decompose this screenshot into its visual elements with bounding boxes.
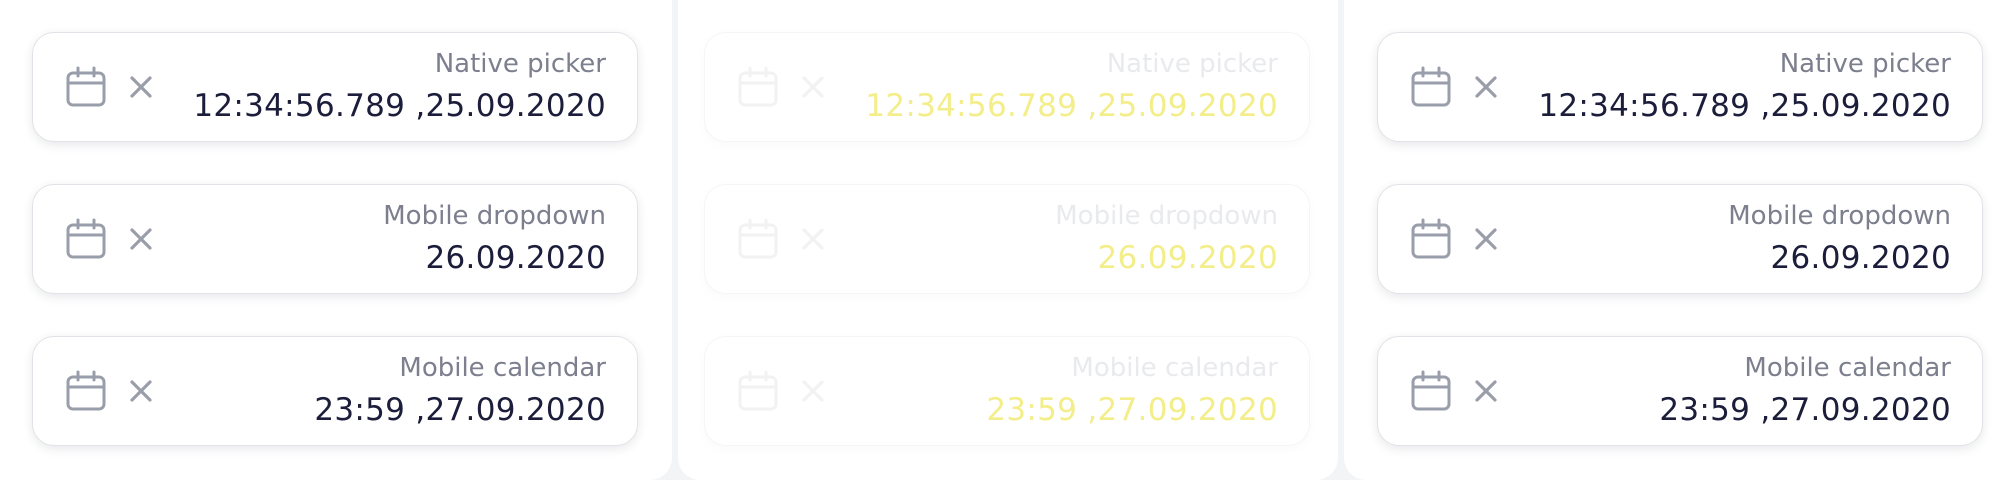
field-label: Mobile calendar xyxy=(399,353,606,383)
field-label: Mobile calendar xyxy=(1071,353,1278,383)
field-value: 12:34:56.789 ,25.09.2020 xyxy=(865,88,1278,124)
close-icon xyxy=(802,228,824,250)
native-picker-field-disabled: Native picker 12:34:56.789 ,25.09.2020 xyxy=(704,32,1310,142)
field-label: Native picker xyxy=(1779,49,1951,79)
close-icon[interactable] xyxy=(127,225,155,253)
close-icon xyxy=(802,76,824,98)
mobile-dropdown-field-disabled: Mobile dropdown 26.09.2020 xyxy=(704,184,1310,294)
field-label: Mobile dropdown xyxy=(1728,201,1951,231)
native-picker-field[interactable]: Native picker 12:34:56.789 ,25.09.2020 xyxy=(1377,32,1983,142)
mobile-calendar-field[interactable]: Mobile calendar 23:59 ,27.09.2020 xyxy=(32,336,638,446)
field-value[interactable]: 26.09.2020 xyxy=(426,240,607,276)
field-label: Mobile calendar xyxy=(1744,353,1951,383)
calendar-icon xyxy=(738,218,778,259)
close-icon[interactable] xyxy=(1472,377,1500,405)
field-label: Mobile dropdown xyxy=(383,201,606,231)
calendar-icon[interactable] xyxy=(65,370,107,412)
calendar-icon xyxy=(738,370,778,411)
calendar-icon[interactable] xyxy=(1410,218,1452,260)
calendar-icon[interactable] xyxy=(65,66,107,108)
close-icon[interactable] xyxy=(1472,225,1500,253)
field-label: Native picker xyxy=(1106,49,1278,79)
field-value[interactable]: 12:34:56.789 ,25.09.2020 xyxy=(1538,88,1951,124)
close-icon[interactable] xyxy=(127,377,155,405)
field-value[interactable]: 23:59 ,27.09.2020 xyxy=(314,392,606,428)
field-value: 23:59 ,27.09.2020 xyxy=(986,392,1278,428)
calendar-icon[interactable] xyxy=(1410,370,1452,412)
date-field-showcase: Native picker 12:34:56.789 ,25.09.2020 M… xyxy=(0,0,2016,480)
calendar-icon xyxy=(738,66,778,107)
column-enabled-right: Native picker 12:34:56.789 ,25.09.2020 M… xyxy=(1344,0,2016,480)
calendar-icon[interactable] xyxy=(1410,66,1452,108)
mobile-dropdown-field[interactable]: Mobile dropdown 26.09.2020 xyxy=(32,184,638,294)
mobile-calendar-field[interactable]: Mobile calendar 23:59 ,27.09.2020 xyxy=(1377,336,1983,446)
close-icon xyxy=(802,380,824,402)
column-enabled-left: Native picker 12:34:56.789 ,25.09.2020 M… xyxy=(0,0,672,480)
close-icon[interactable] xyxy=(1472,73,1500,101)
close-icon[interactable] xyxy=(127,73,155,101)
field-value[interactable]: 26.09.2020 xyxy=(1771,240,1952,276)
column-disabled-middle: Native picker 12:34:56.789 ,25.09.2020 M… xyxy=(678,0,1338,480)
field-label: Native picker xyxy=(434,49,606,79)
field-value[interactable]: 12:34:56.789 ,25.09.2020 xyxy=(193,88,606,124)
field-value: 26.09.2020 xyxy=(1097,240,1278,276)
mobile-calendar-field-disabled: Mobile calendar 23:59 ,27.09.2020 xyxy=(704,336,1310,446)
field-label: Mobile dropdown xyxy=(1055,201,1278,231)
mobile-dropdown-field[interactable]: Mobile dropdown 26.09.2020 xyxy=(1377,184,1983,294)
calendar-icon[interactable] xyxy=(65,218,107,260)
native-picker-field[interactable]: Native picker 12:34:56.789 ,25.09.2020 xyxy=(32,32,638,142)
field-value[interactable]: 23:59 ,27.09.2020 xyxy=(1659,392,1951,428)
